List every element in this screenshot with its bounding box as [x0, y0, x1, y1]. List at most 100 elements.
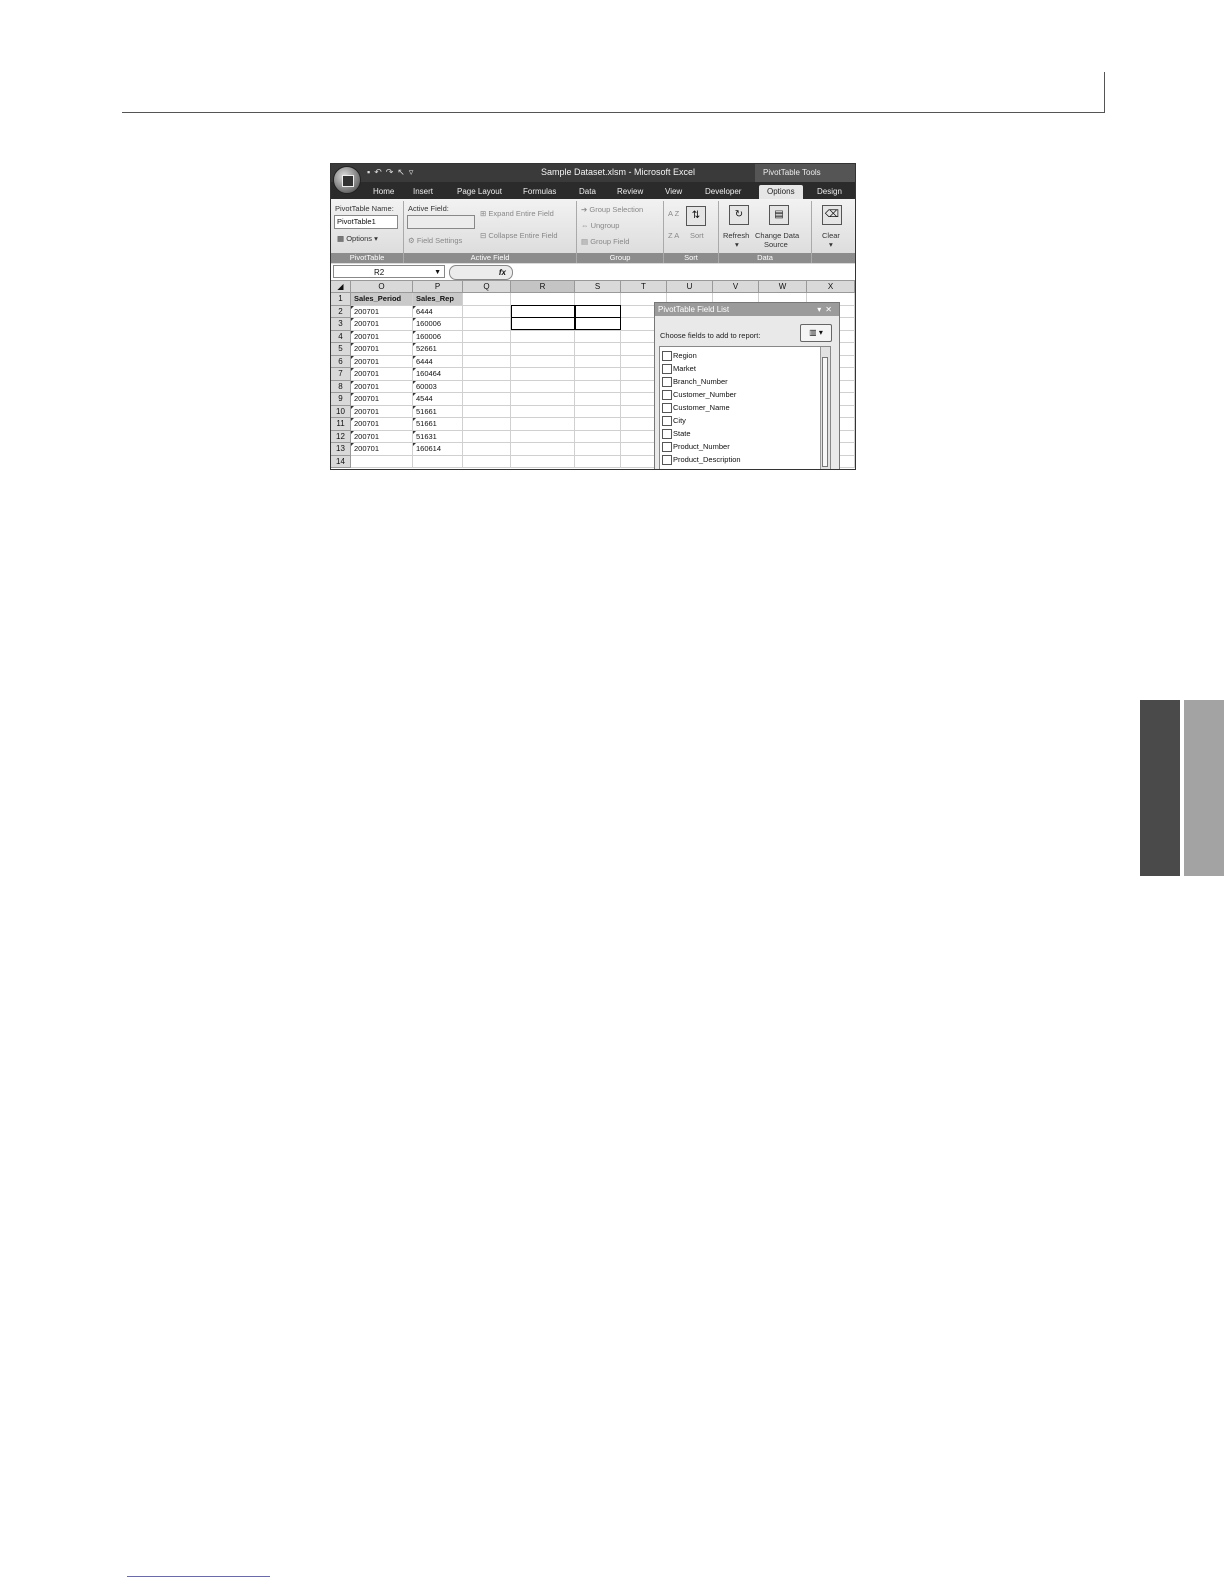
- grid-cell[interactable]: [511, 355, 575, 368]
- grid-cell[interactable]: [575, 405, 621, 418]
- grid-cell[interactable]: [351, 455, 413, 468]
- row-header[interactable]: 2: [331, 305, 351, 318]
- selected-cell-s3[interactable]: [575, 317, 621, 330]
- sort-az-button[interactable]: A Z: [668, 209, 679, 218]
- sales-rep-cell[interactable]: 51631: [413, 430, 463, 443]
- customize-qat-icon[interactable]: ▿: [409, 167, 414, 179]
- row-header[interactable]: 3: [331, 318, 351, 331]
- sales-period-cell[interactable]: 200701: [351, 430, 413, 443]
- field-list-item[interactable]: Customer_Number: [662, 388, 736, 401]
- field-settings-button[interactable]: ⚙ Field Settings: [408, 236, 462, 245]
- sort-za-button[interactable]: Z A: [668, 231, 679, 240]
- sales-period-cell[interactable]: 200701: [351, 418, 413, 431]
- grid-cell[interactable]: [463, 455, 511, 468]
- clear-button[interactable]: Clear: [822, 231, 840, 240]
- grid-cell[interactable]: [463, 443, 511, 456]
- sales-period-cell[interactable]: 200701: [351, 443, 413, 456]
- sales-rep-cell[interactable]: 4544: [413, 393, 463, 406]
- grid-cell[interactable]: [463, 368, 511, 381]
- grid-cell[interactable]: [511, 330, 575, 343]
- grid-cell[interactable]: [463, 380, 511, 393]
- sales-period-cell[interactable]: 200701: [351, 405, 413, 418]
- row-header[interactable]: 10: [331, 405, 351, 418]
- sales-period-cell[interactable]: 200701: [351, 393, 413, 406]
- grid-cell[interactable]: [511, 343, 575, 356]
- sales-period-cell[interactable]: 200701: [351, 318, 413, 331]
- grid-cell[interactable]: [463, 293, 511, 306]
- sales-period-cell[interactable]: 200701: [351, 368, 413, 381]
- sales-rep-cell[interactable]: 160006: [413, 330, 463, 343]
- column-header-u[interactable]: U: [667, 281, 713, 293]
- redo-icon[interactable]: ↷: [386, 167, 394, 179]
- sales-rep-cell[interactable]: 6444: [413, 355, 463, 368]
- grid-cell[interactable]: [575, 343, 621, 356]
- field-list-item[interactable]: Region: [662, 349, 697, 362]
- field-checkbox[interactable]: [662, 442, 672, 453]
- grid-cell[interactable]: [575, 368, 621, 381]
- sales-rep-cell[interactable]: 160614: [413, 443, 463, 456]
- tab-insert[interactable]: Insert: [413, 185, 433, 199]
- field-checkbox[interactable]: [662, 351, 672, 362]
- grid-cell[interactable]: [575, 443, 621, 456]
- sales-rep-cell[interactable]: 160006: [413, 318, 463, 331]
- sales-rep-cell[interactable]: 51661: [413, 418, 463, 431]
- grid-cell[interactable]: [463, 305, 511, 318]
- pointer-icon[interactable]: ↖: [397, 167, 405, 179]
- pivottable-name-input[interactable]: PivotTable1: [334, 215, 398, 229]
- group-selection-button[interactable]: ➔ Group Selection: [581, 205, 643, 214]
- grid-cell[interactable]: [575, 418, 621, 431]
- sales-rep-cell[interactable]: 51661: [413, 405, 463, 418]
- column-header-q[interactable]: Q: [463, 281, 511, 293]
- grid-cell[interactable]: [511, 405, 575, 418]
- refresh-dropdown-icon[interactable]: ▾: [735, 240, 739, 249]
- column-header-v[interactable]: V: [713, 281, 759, 293]
- field-checkbox[interactable]: [662, 403, 672, 414]
- grid-cell[interactable]: [511, 368, 575, 381]
- pivottable-options-button[interactable]: ▦ Options ▾: [337, 234, 378, 243]
- field-list-layout-button[interactable]: ▥ ▾: [800, 324, 832, 342]
- row-header[interactable]: 6: [331, 355, 351, 368]
- grid-cell[interactable]: [575, 355, 621, 368]
- row-header[interactable]: 13: [331, 443, 351, 456]
- grid-cell[interactable]: [575, 380, 621, 393]
- grid-cell[interactable]: [463, 393, 511, 406]
- tab-page-layout[interactable]: Page Layout: [457, 185, 502, 199]
- field-list-scrollbar[interactable]: [820, 347, 830, 469]
- grid-cell[interactable]: [463, 430, 511, 443]
- grid-cell[interactable]: [511, 293, 575, 306]
- grid-cell[interactable]: [511, 393, 575, 406]
- select-all-corner[interactable]: ◢: [331, 281, 351, 293]
- header-cell[interactable]: Sales_Rep: [413, 293, 463, 306]
- grid-cell[interactable]: [463, 330, 511, 343]
- column-header-t[interactable]: T: [621, 281, 667, 293]
- field-checkbox[interactable]: [662, 455, 672, 466]
- tab-options[interactable]: Options: [759, 185, 803, 199]
- grid-cell[interactable]: [575, 393, 621, 406]
- column-header-x[interactable]: X: [807, 281, 855, 293]
- refresh-button[interactable]: Refresh: [723, 231, 749, 240]
- sales-rep-cell[interactable]: 60003: [413, 380, 463, 393]
- grid-cell[interactable]: [511, 443, 575, 456]
- field-checkbox[interactable]: [662, 364, 672, 375]
- fx-icon[interactable]: fx: [499, 266, 506, 279]
- row-header[interactable]: 14: [331, 455, 351, 468]
- column-header-r[interactable]: R: [511, 281, 575, 293]
- field-list-item[interactable]: City: [662, 414, 686, 427]
- field-list-item[interactable]: Market: [662, 362, 696, 375]
- row-header[interactable]: 5: [331, 343, 351, 356]
- name-box-dropdown-icon[interactable]: ▼: [434, 266, 441, 279]
- tab-developer[interactable]: Developer: [705, 185, 741, 199]
- grid-cell[interactable]: [575, 430, 621, 443]
- field-checkbox[interactable]: [662, 416, 672, 427]
- collapse-entire-field-button[interactable]: ⊟ Collapse Entire Field: [480, 231, 558, 240]
- tab-review[interactable]: Review: [617, 185, 643, 199]
- column-header-w[interactable]: W: [759, 281, 807, 293]
- row-header[interactable]: 7: [331, 368, 351, 381]
- tab-design[interactable]: Design: [817, 185, 842, 199]
- active-field-input[interactable]: [407, 215, 475, 229]
- grid-cell[interactable]: [463, 343, 511, 356]
- ungroup-button[interactable]: ⇔ Ungroup: [581, 221, 619, 230]
- field-checkbox[interactable]: [662, 429, 672, 440]
- tab-home[interactable]: Home: [373, 185, 394, 199]
- selected-cell-r3[interactable]: [511, 317, 575, 330]
